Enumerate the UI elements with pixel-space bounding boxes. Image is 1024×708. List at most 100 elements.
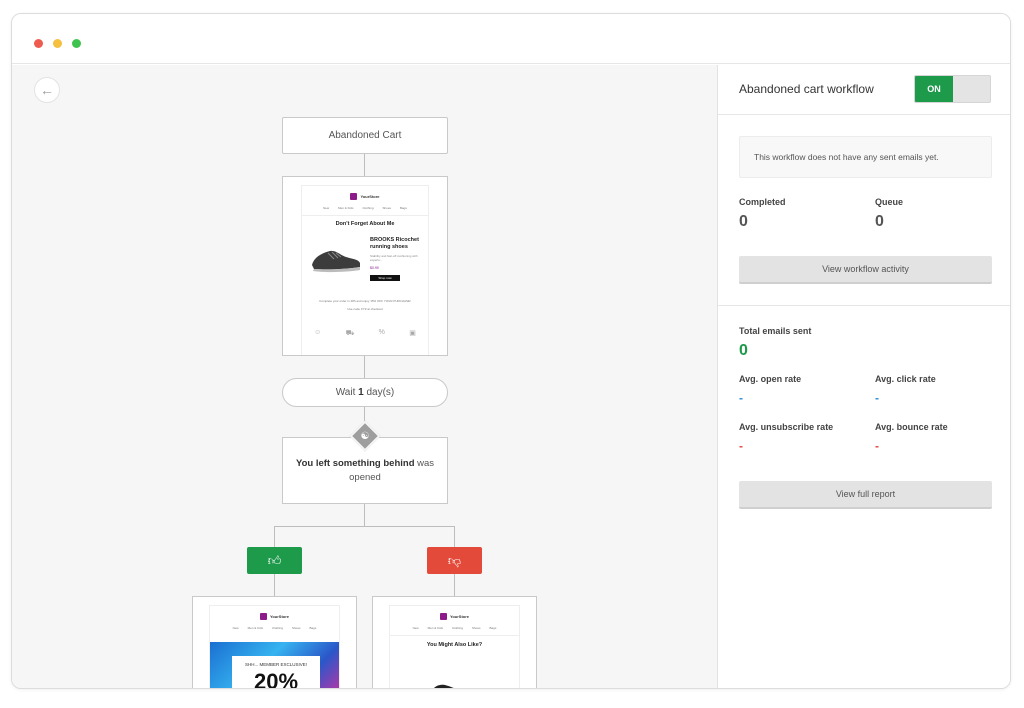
total-sent-label: Total emails sent <box>739 326 812 336</box>
notice-text: This workflow does not have any sent ema… <box>754 152 939 162</box>
total-sent-value: 0 <box>739 342 748 359</box>
email-nav-item: Bags <box>489 626 497 630</box>
app-window: ← Abandoned Cart YourStore New Men & Kid… <box>11 13 1011 689</box>
workflow-canvas[interactable]: ← Abandoned Cart YourStore New Men & Kid… <box>12 65 717 689</box>
store-name: YourStore <box>360 194 380 199</box>
no-email-node[interactable]: YourStore New Men & Kids Clothing Shoes … <box>372 596 537 688</box>
store-logo: YourStore <box>210 613 339 620</box>
product-info: BROOKS Ricochet running shoes Stability … <box>370 237 422 281</box>
divider <box>718 305 1010 306</box>
store-logo: YourStore <box>302 193 428 200</box>
email-footer-line: Complete your order in 48h and enjoy 15%… <box>319 299 411 303</box>
open-rate-value: - <box>739 391 743 405</box>
email-nav-item: Men & Kids <box>427 626 443 630</box>
arrow-left-icon: ← <box>40 82 54 98</box>
view-full-report-button[interactable]: View full report <box>739 481 992 509</box>
condition-email-name: You left something behind <box>295 457 415 469</box>
shop-now-button: Shop now <box>370 275 400 281</box>
email-nav-item: Clothing <box>362 206 374 210</box>
promo-banner: SHH... MEMBER EXCLUSIVE! 20% <box>210 642 339 689</box>
divider <box>390 635 519 636</box>
email-nav-item: Bags <box>400 206 407 210</box>
divider <box>718 114 1010 115</box>
divider <box>302 215 428 216</box>
email-nav-item: New <box>232 626 239 630</box>
store-name: YourStore <box>269 614 290 619</box>
shoe-image <box>434 684 454 688</box>
email-nav-item: New <box>323 206 330 210</box>
truck-icon: ⛟ <box>345 330 355 337</box>
wait-label: Wait 1 day(s) <box>336 387 395 398</box>
maximize-window-button[interactable] <box>72 39 81 48</box>
email-icon-row: ☺ ⛟ % ▣ <box>302 329 428 338</box>
click-rate-value: - <box>875 391 879 405</box>
connector-line <box>274 526 275 547</box>
email-nav-item: New <box>412 626 419 630</box>
no-branch-button[interactable]: 👎︎ <box>427 547 482 574</box>
branch-line <box>274 526 455 527</box>
yes-branch-button[interactable]: 👍︎ <box>247 547 302 574</box>
email-nav-item: Bags <box>309 626 317 630</box>
notice-box: This workflow does not have any sent ema… <box>739 136 992 178</box>
trigger-title: Abandoned Cart <box>328 130 402 141</box>
email-nav-item: Shoes <box>472 626 481 630</box>
percent-icon: % <box>378 329 385 336</box>
unsubscribe-rate-label: Avg. unsubscribe rate <box>739 422 834 432</box>
condition-label: You left something behind was opened <box>293 457 437 485</box>
store-logo-icon <box>259 613 267 620</box>
connector-line <box>454 574 455 596</box>
email-heading: You Might Also Like? <box>426 642 483 648</box>
email-nav: New Men & Kids Clothing Shoes Bags <box>302 206 428 210</box>
product-desc: Stability and fast-off cushioning with e… <box>370 254 418 262</box>
email-node[interactable]: YourStore New Men & Kids Clothing Shoes … <box>282 176 448 356</box>
product-name: BROOKS Ricochet running shoes <box>370 237 419 250</box>
split-icon: ☯ <box>360 430 370 442</box>
email-nav-item: Clothing <box>271 626 283 630</box>
email-footer-line: Use code XYZ at checkout <box>347 307 383 311</box>
store-name: YourStore <box>449 614 470 619</box>
email-nav-item: Men & Kids <box>247 626 263 630</box>
gift-icon: ▣ <box>409 330 416 337</box>
promo-percent: 20% <box>253 669 299 689</box>
connector-line <box>454 526 455 547</box>
email-nav: New Men & Kids Clothing Shoes Bags <box>390 626 519 630</box>
email-nav: New Men & Kids Clothing Shoes Bags <box>210 626 339 630</box>
bounce-rate-value: - <box>875 439 879 453</box>
email-nav-item: Shoes <box>292 626 301 630</box>
back-button[interactable]: ← <box>34 77 60 103</box>
queue-label: Queue <box>875 197 904 207</box>
store-logo: YourStore <box>390 613 519 620</box>
promo-label: SHH... MEMBER EXCLUSIVE! <box>244 662 307 667</box>
workflow-title: Abandoned cart workflow <box>739 82 874 96</box>
yes-email-node[interactable]: YourStore New Men & Kids Clothing Shoes … <box>192 596 357 689</box>
thumbs-up-icon: 👍︎ <box>267 552 282 568</box>
thumbs-down-icon: 👎︎ <box>447 552 462 568</box>
completed-label: Completed <box>739 197 786 207</box>
email-nav-item: Clothing <box>451 626 463 630</box>
click-rate-label: Avg. click rate <box>875 374 936 384</box>
product-row: BROOKS Ricochet running shoes Stability … <box>302 237 428 281</box>
email-nav-item: Men & Kids <box>338 206 354 210</box>
shoe-image <box>312 250 360 273</box>
view-workflow-activity-button[interactable]: View workflow activity <box>739 256 992 284</box>
workflow-toggle[interactable]: ON <box>914 75 991 103</box>
connector-line <box>274 574 275 596</box>
promo-box: SHH... MEMBER EXCLUSIVE! 20% <box>232 656 320 689</box>
support-icon: ☺ <box>314 329 322 336</box>
bounce-rate-label: Avg. bounce rate <box>875 422 948 432</box>
close-window-button[interactable] <box>34 39 43 48</box>
email-heading: Don't Forget About Me <box>335 221 395 227</box>
connector-line <box>364 504 365 526</box>
completed-value: 0 <box>739 213 748 230</box>
trigger-node[interactable]: Abandoned Cart <box>282 117 448 154</box>
toggle-on-label: ON <box>915 76 953 102</box>
wait-node[interactable]: Wait 1 day(s) <box>282 378 448 407</box>
connector-line <box>364 154 365 176</box>
unsubscribe-rate-value: - <box>739 439 743 453</box>
queue-value: 0 <box>875 213 884 230</box>
open-rate-label: Avg. open rate <box>739 374 802 384</box>
minimize-window-button[interactable] <box>53 39 62 48</box>
workflow-stats-panel: Abandoned cart workflow ON This workflow… <box>717 65 1010 688</box>
title-bar <box>12 14 1010 64</box>
email-nav-item: Shoes <box>382 206 392 210</box>
